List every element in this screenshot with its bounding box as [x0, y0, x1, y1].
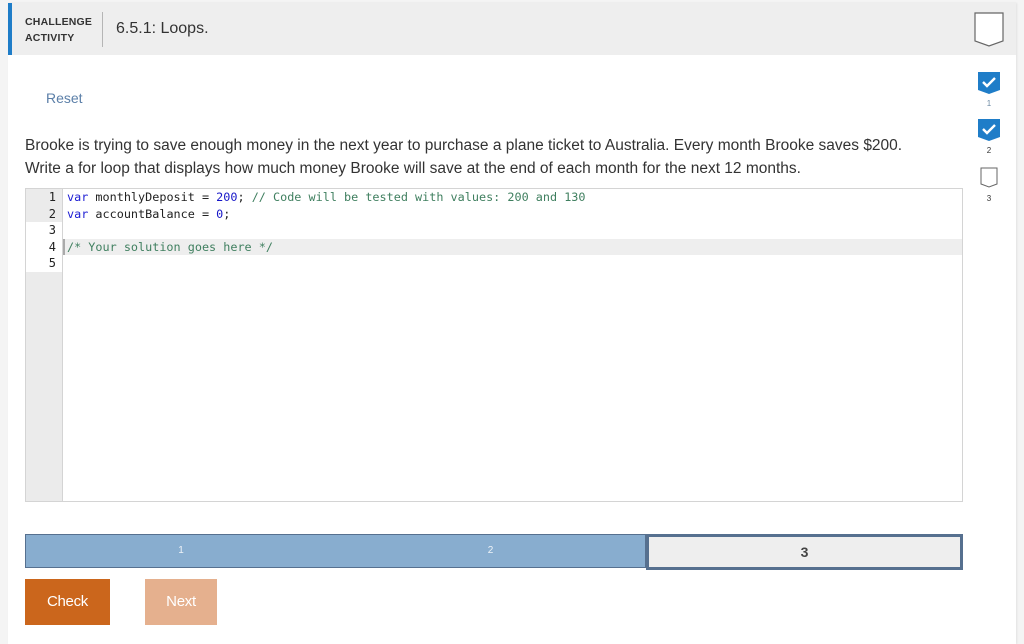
code-line[interactable] [63, 222, 962, 239]
level-number: 1 [986, 99, 992, 108]
line-number-gutter: 1 2 3 4 5 [26, 189, 63, 501]
level-indicator-1[interactable]: 1 [975, 72, 1003, 108]
level-segment-3-current[interactable]: 3 [646, 534, 963, 570]
code-comment: /* Your solution goes here */ [67, 239, 273, 254]
challenge-activity-card: CHALLENGE ACTIVITY 6.5.1: Loops. Reset B… [8, 3, 1016, 644]
level-indicator-2[interactable]: 2 [975, 119, 1003, 155]
code-text: ; [223, 206, 231, 221]
header-accent-bar [8, 3, 12, 55]
prompt-line-1: Brooke is trying to save enough money in… [25, 137, 903, 154]
activity-type-label: CHALLENGE ACTIVITY [25, 14, 92, 46]
checkmark-badge-icon [978, 72, 1000, 94]
prompt-line-2: Write a for loop that displays how much … [25, 160, 801, 177]
check-button[interactable]: Check [25, 579, 110, 625]
code-text: ; [237, 190, 252, 204]
level-number: 3 [986, 194, 992, 203]
code-keyword: var [67, 206, 89, 221]
code-text: accountBalance = [88, 206, 217, 221]
line-number: 2 [48, 206, 56, 221]
code-line[interactable] [63, 255, 962, 272]
activity-header: CHALLENGE ACTIVITY 6.5.1: Loops. [8, 3, 1016, 55]
code-comment: // Code will be tested with values: 200 … [251, 190, 586, 204]
empty-badge-icon [980, 167, 998, 188]
code-text: monthlyDeposit = [88, 190, 217, 204]
checkmark-badge-icon [978, 119, 1000, 141]
activity-title: 6.5.1: Loops. [116, 20, 209, 37]
level-segment-1[interactable]: 1 [25, 534, 337, 568]
code-keyword: var [67, 190, 89, 204]
line-number: 3 [26, 222, 62, 239]
level-progress-bar: 1 2 3 [25, 534, 963, 570]
next-button[interactable]: Next [145, 579, 217, 625]
header-divider [102, 12, 103, 47]
reset-link[interactable]: Reset [46, 90, 83, 106]
code-line[interactable]: var monthlyDeposit = 200; // Code will b… [63, 189, 962, 206]
level-segment-2[interactable]: 2 [336, 534, 646, 568]
code-number: 200 [216, 190, 238, 204]
code-line-active[interactable]: /* Your solution goes here */ [63, 238, 962, 255]
problem-prompt: Brooke is trying to save enough money in… [25, 134, 955, 180]
level-indicator-3[interactable]: 3 [975, 167, 1003, 203]
line-number: 5 [26, 255, 62, 272]
level-number: 2 [986, 146, 992, 155]
code-area[interactable]: var monthlyDeposit = 200; // Code will b… [63, 189, 962, 272]
completion-badge-icon [974, 12, 1004, 47]
code-editor[interactable]: 1 2 3 4 5 var monthlyDeposit = 200; // C… [25, 188, 963, 502]
activity-type-line2: ACTIVITY [25, 32, 75, 44]
code-line[interactable]: var accountBalance = 0; [63, 206, 962, 223]
activity-type-line1: CHALLENGE [25, 16, 93, 28]
line-number: 1 [48, 190, 56, 204]
line-number: 4 [26, 238, 62, 255]
